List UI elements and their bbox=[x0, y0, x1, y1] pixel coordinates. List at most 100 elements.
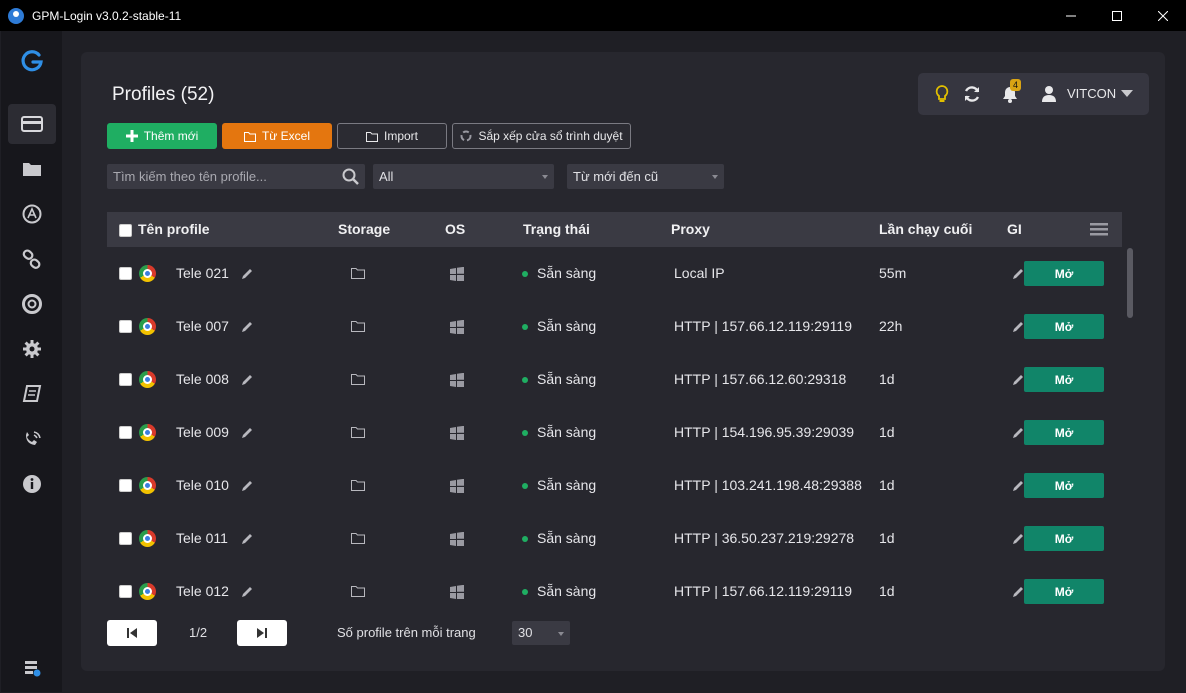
windows-icon bbox=[450, 373, 464, 387]
open-profile-button[interactable]: Mở bbox=[1024, 579, 1104, 604]
row-checkbox[interactable] bbox=[119, 267, 132, 280]
add-profile-button[interactable]: Thêm mới bbox=[107, 123, 217, 149]
import-label: Import bbox=[383, 129, 418, 143]
column-header-last-run[interactable]: Lần chạy cuối bbox=[879, 221, 972, 237]
open-profile-button[interactable]: Mở bbox=[1024, 420, 1104, 445]
open-profile-button[interactable]: Mở bbox=[1024, 526, 1104, 551]
table-row[interactable]: Tele 009 Sẵn sàng HTTP | 154.196.95.39:2… bbox=[107, 406, 1122, 459]
folder-icon[interactable] bbox=[351, 373, 365, 385]
open-profile-button[interactable]: Mở bbox=[1024, 473, 1104, 498]
profile-proxy: HTTP | 157.66.12.60:29318 bbox=[674, 371, 847, 387]
sidebar-item-apps[interactable] bbox=[8, 194, 56, 234]
group-filter-select[interactable]: All bbox=[373, 164, 554, 189]
row-checkbox[interactable] bbox=[119, 479, 132, 492]
edit-note-icon[interactable] bbox=[1012, 268, 1024, 280]
profile-proxy: HTTP | 36.50.237.219:29278 bbox=[674, 530, 855, 546]
edit-pencil-icon[interactable] bbox=[241, 533, 253, 545]
minimize-button[interactable] bbox=[1048, 0, 1094, 31]
last-page-button[interactable] bbox=[237, 620, 287, 646]
folder-icon[interactable] bbox=[351, 585, 365, 597]
sidebar-item-support[interactable] bbox=[8, 284, 56, 324]
avatar[interactable] bbox=[1039, 84, 1059, 104]
edit-pencil-icon[interactable] bbox=[241, 480, 253, 492]
sidebar-item-database[interactable] bbox=[8, 648, 56, 688]
folder-icon[interactable] bbox=[351, 532, 365, 544]
folder-icon[interactable] bbox=[351, 320, 365, 332]
profile-last-run: 55m bbox=[879, 265, 907, 281]
folder-icon[interactable] bbox=[351, 479, 365, 491]
row-checkbox[interactable] bbox=[119, 585, 132, 598]
open-profile-button[interactable]: Mở bbox=[1024, 314, 1104, 339]
row-checkbox[interactable] bbox=[119, 532, 132, 545]
open-profile-button[interactable]: Mở bbox=[1024, 261, 1104, 286]
table-row[interactable]: Tele 007 Sẵn sàng HTTP | 157.66.12.119:2… bbox=[107, 300, 1122, 353]
notifications-button[interactable]: 4 bbox=[1000, 79, 1022, 104]
row-checkbox[interactable] bbox=[119, 426, 132, 439]
column-menu-icon[interactable] bbox=[1090, 222, 1108, 237]
column-header-storage[interactable]: Storage bbox=[338, 221, 390, 237]
edit-pencil-icon[interactable] bbox=[241, 586, 253, 598]
sidebar-item-about[interactable] bbox=[8, 464, 56, 504]
recycle-icon bbox=[460, 130, 472, 142]
per-page-value: 30 bbox=[518, 625, 533, 640]
table-row[interactable]: Tele 021 Sẵn sàng Local IP 55m Mở bbox=[107, 247, 1122, 300]
open-profile-button[interactable]: Mở bbox=[1024, 367, 1104, 392]
close-button[interactable] bbox=[1140, 0, 1186, 31]
folder-icon[interactable] bbox=[351, 267, 365, 279]
edit-note-icon[interactable] bbox=[1012, 374, 1024, 386]
select-all-checkbox[interactable] bbox=[119, 224, 132, 237]
edit-note-icon[interactable] bbox=[1012, 586, 1024, 598]
tips-button[interactable] bbox=[932, 84, 952, 104]
profile-proxy: HTTP | 157.66.12.119:29119 bbox=[674, 583, 852, 599]
search-icon[interactable] bbox=[342, 168, 359, 185]
edit-pencil-icon[interactable] bbox=[241, 268, 253, 280]
status-dot bbox=[522, 377, 528, 383]
import-excel-button[interactable]: Từ Excel bbox=[222, 123, 332, 149]
user-menu-toggle[interactable] bbox=[1117, 84, 1137, 104]
sort-order-select[interactable]: Từ mới đến cũ bbox=[567, 164, 724, 189]
per-page-select[interactable]: 30 bbox=[512, 621, 570, 645]
profile-table-body: Tele 021 Sẵn sàng Local IP 55m Mở Tele 0… bbox=[107, 247, 1122, 604]
sidebar-item-proxy[interactable] bbox=[8, 239, 56, 279]
edit-pencil-icon[interactable] bbox=[241, 321, 253, 333]
first-page-button[interactable] bbox=[107, 620, 157, 646]
folder-icon[interactable] bbox=[351, 426, 365, 438]
arrange-windows-button[interactable]: Sắp xếp cửa sổ trình duyệt bbox=[452, 123, 631, 149]
edit-note-icon[interactable] bbox=[1012, 321, 1024, 333]
profile-status: Sẵn sàng bbox=[537, 530, 597, 546]
profile-status: Sẵn sàng bbox=[537, 424, 597, 440]
sidebar-item-docs[interactable] bbox=[8, 374, 56, 414]
column-header-status[interactable]: Trạng thái bbox=[523, 221, 590, 237]
table-row[interactable]: Tele 011 Sẵn sàng HTTP | 36.50.237.219:2… bbox=[107, 512, 1122, 565]
sidebar-item-groups[interactable] bbox=[8, 149, 56, 189]
chrome-icon bbox=[139, 265, 156, 282]
column-header-name[interactable]: Tên profile bbox=[138, 221, 210, 237]
search-input[interactable] bbox=[107, 164, 337, 189]
sidebar-item-contact[interactable] bbox=[8, 419, 56, 459]
plus-icon bbox=[125, 130, 138, 142]
table-row[interactable]: Tele 012 Sẵn sàng HTTP | 157.66.12.119:2… bbox=[107, 565, 1122, 604]
status-dot bbox=[522, 324, 528, 330]
edit-note-icon[interactable] bbox=[1012, 533, 1024, 545]
user-name[interactable]: VITCON bbox=[1067, 86, 1116, 101]
column-header-proxy[interactable]: Proxy bbox=[671, 221, 710, 237]
table-row[interactable]: Tele 008 Sẵn sàng HTTP | 157.66.12.60:29… bbox=[107, 353, 1122, 406]
edit-pencil-icon[interactable] bbox=[241, 427, 253, 439]
import-button[interactable]: Import bbox=[337, 123, 447, 149]
table-row[interactable]: Tele 010 Sẵn sàng HTTP | 103.241.198.48:… bbox=[107, 459, 1122, 512]
column-header-os[interactable]: OS bbox=[445, 221, 465, 237]
refresh-button[interactable] bbox=[962, 84, 982, 104]
row-checkbox[interactable] bbox=[119, 373, 132, 386]
edit-pencil-icon[interactable] bbox=[241, 374, 253, 386]
row-checkbox[interactable] bbox=[119, 320, 132, 333]
sidebar-item-profiles[interactable] bbox=[8, 104, 56, 144]
column-header-note[interactable]: GI bbox=[1007, 221, 1022, 237]
gpm-logo-icon[interactable] bbox=[20, 49, 44, 73]
maximize-button[interactable] bbox=[1094, 0, 1140, 31]
table-scrollbar[interactable] bbox=[1127, 248, 1133, 318]
refresh-icon bbox=[964, 86, 980, 102]
folder-icon bbox=[365, 131, 378, 142]
edit-note-icon[interactable] bbox=[1012, 480, 1024, 492]
edit-note-icon[interactable] bbox=[1012, 427, 1024, 439]
sidebar-item-settings[interactable] bbox=[8, 329, 56, 369]
